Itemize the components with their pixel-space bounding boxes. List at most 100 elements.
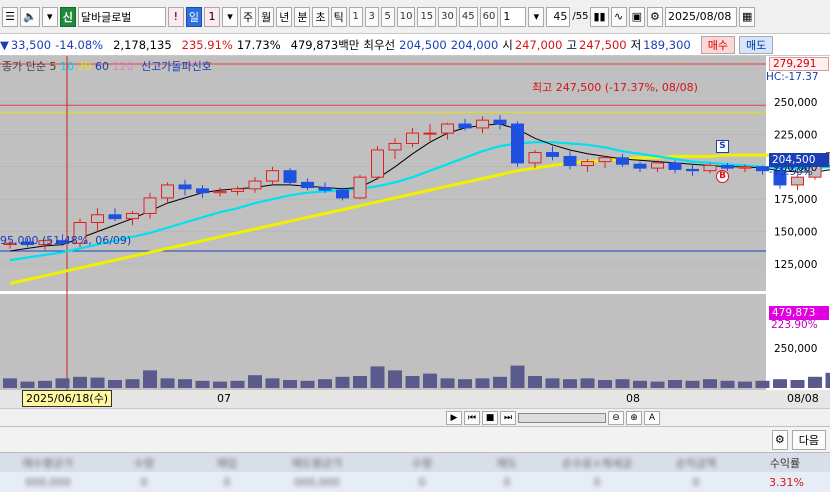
volume-bar bbox=[370, 366, 385, 388]
candle-body bbox=[283, 170, 297, 183]
cursor-date-label: 2025/06/18(수) bbox=[22, 390, 113, 407]
volume-bar bbox=[563, 379, 577, 388]
volume-bar bbox=[300, 380, 315, 388]
scroll-track[interactable] bbox=[518, 412, 606, 423]
sell-button[interactable]: 매도 bbox=[738, 35, 774, 54]
volume-bar bbox=[230, 380, 245, 388]
volume-bar bbox=[528, 376, 542, 388]
table-header: 매수평균가 수량 매입 매도평균가 수량 매도 손수료+제세금 손익금액 수익률 bbox=[0, 452, 830, 472]
period-year-button[interactable]: 년 bbox=[276, 6, 293, 27]
volume-bar bbox=[458, 379, 472, 388]
period-second-button[interactable]: 초 bbox=[312, 6, 329, 27]
stop-icon[interactable]: ■ bbox=[482, 410, 498, 425]
volume-bar bbox=[90, 377, 105, 388]
candle-body bbox=[423, 132, 437, 135]
page-input[interactable]: 45 bbox=[546, 6, 571, 27]
wave-icon[interactable]: ∿ bbox=[610, 6, 627, 27]
volume-bar bbox=[510, 365, 525, 388]
volume-bar bbox=[353, 376, 367, 388]
next-button[interactable]: 다음 bbox=[791, 429, 826, 450]
text-size-icon[interactable]: A bbox=[644, 410, 660, 425]
price-top-label: 279,291 bbox=[769, 57, 829, 71]
candle-body bbox=[598, 157, 612, 163]
minute-10-button[interactable]: 10 bbox=[396, 6, 416, 27]
play-icon[interactable]: ▶ bbox=[446, 410, 462, 425]
legend-ma120: 120 bbox=[112, 60, 134, 73]
save-icon[interactable]: ▣ bbox=[628, 6, 645, 27]
buy-button[interactable]: 매수 bbox=[700, 35, 735, 54]
alert-button[interactable]: ! bbox=[167, 6, 184, 27]
cell-pnl: 0 bbox=[692, 475, 700, 489]
cell-buy-qty: 0 bbox=[140, 475, 148, 489]
minute-45-button[interactable]: 45 bbox=[458, 6, 478, 27]
high-note: 최고 247,500 (-17.37%, 08/08) bbox=[532, 81, 698, 94]
chart-nav-bar: ▶ ⏮ ■ ⏭ ⊖ ⊕ A bbox=[0, 408, 830, 426]
minute-3-button[interactable]: 3 bbox=[364, 6, 379, 27]
price-tick-label: 250,000 bbox=[774, 97, 817, 109]
calendar-icon[interactable]: ▦ bbox=[738, 6, 756, 27]
date-input[interactable]: 2025/08/08 bbox=[664, 6, 737, 27]
candle-body bbox=[581, 161, 594, 167]
stock-chart-svg[interactable]: 250,000225,000200,000175,000150,000125,0… bbox=[0, 56, 830, 408]
col-fees: 손수료+제세금 bbox=[562, 456, 632, 470]
period-day-button[interactable]: 일 bbox=[185, 6, 202, 27]
chart-area[interactable]: 250,000 225,000 200,000 175,000 150,000 125,0… bbox=[0, 56, 830, 408]
zoom-in-icon[interactable]: ⊕ bbox=[626, 410, 642, 425]
candle-body bbox=[791, 176, 804, 186]
count-dropdown-icon[interactable]: ▾ bbox=[528, 6, 545, 27]
period-minute-button[interactable]: 분 bbox=[294, 6, 311, 27]
volume-bar bbox=[388, 370, 402, 388]
quote-pref-label: 최우선 bbox=[363, 37, 396, 52]
period-dropdown-icon[interactable]: ▾ bbox=[221, 6, 238, 27]
price-tick-label: 150,000 bbox=[774, 227, 817, 239]
table-row[interactable]: 000,000 0 0 000,000 0 0 0 0 3.31% bbox=[0, 472, 830, 492]
minute-15-button[interactable]: 15 bbox=[417, 6, 437, 27]
quote-vol-ratio: 235.91% bbox=[181, 37, 233, 52]
period-month-button[interactable]: 월 bbox=[258, 6, 275, 27]
minute-1-button[interactable]: 1 bbox=[348, 6, 363, 27]
panel-gear-icon[interactable]: ⚙ bbox=[771, 429, 788, 450]
quote-price: 33,500 bbox=[10, 37, 52, 52]
candle-body bbox=[546, 152, 559, 157]
list-icon[interactable]: ☰ bbox=[2, 6, 18, 27]
period-week-button[interactable]: 주 bbox=[239, 6, 257, 27]
candle-body bbox=[196, 188, 209, 194]
minute-30-button[interactable]: 30 bbox=[438, 6, 457, 27]
candle-body bbox=[686, 168, 699, 172]
volume-bar bbox=[423, 373, 437, 388]
volume-bar bbox=[335, 376, 350, 388]
volume-bar bbox=[650, 381, 665, 388]
candle-body bbox=[703, 165, 717, 172]
quote-bid: 204,000 bbox=[450, 37, 499, 52]
minute-5-button[interactable]: 5 bbox=[380, 6, 395, 27]
stock-name-input[interactable]: 달바글로벌 bbox=[77, 6, 166, 27]
period-tick-button[interactable]: 틱 bbox=[330, 6, 347, 27]
speaker-icon[interactable]: 🔈 bbox=[20, 6, 40, 27]
quote-turnover: 17.73% bbox=[236, 37, 281, 52]
order-panel-toolbar: ⚙ 다음 bbox=[0, 426, 830, 452]
col-sell-avg: 매도평균가 bbox=[291, 456, 343, 470]
volume-bar bbox=[55, 378, 70, 388]
minute-60-button[interactable]: 60 bbox=[479, 6, 499, 27]
zoom-out-icon[interactable]: ⊖ bbox=[608, 410, 624, 425]
volume-pct-label: 223.90% bbox=[771, 319, 818, 331]
rewind-icon[interactable]: ⏮ bbox=[464, 410, 480, 425]
quote-high: 247,500 bbox=[579, 37, 627, 52]
low-note: 95,000 (51.48%, 06/09) bbox=[0, 234, 132, 247]
legend-ma60: 60 bbox=[94, 60, 109, 73]
forward-icon[interactable]: ⏭ bbox=[500, 410, 516, 425]
legend-ma20: 20 bbox=[77, 60, 92, 73]
candle-body bbox=[738, 166, 752, 169]
candle-body bbox=[213, 190, 227, 194]
candle-body bbox=[528, 152, 542, 164]
count-input[interactable]: 1 bbox=[500, 6, 527, 27]
quote-open-label: 시 bbox=[502, 37, 513, 52]
candle-body bbox=[126, 212, 139, 220]
candle-body bbox=[668, 162, 682, 170]
period-value-input[interactable]: 1 bbox=[203, 6, 220, 27]
dropdown-icon[interactable]: ▾ bbox=[41, 6, 58, 27]
chart-legend: 종가 단순 5 10 20 60 120 신고가돌파신호 bbox=[2, 58, 212, 74]
gear-icon[interactable]: ⚙ bbox=[646, 6, 663, 27]
volume-bar bbox=[773, 379, 787, 388]
bar-chart-icon[interactable]: ▮▮ bbox=[590, 6, 609, 27]
